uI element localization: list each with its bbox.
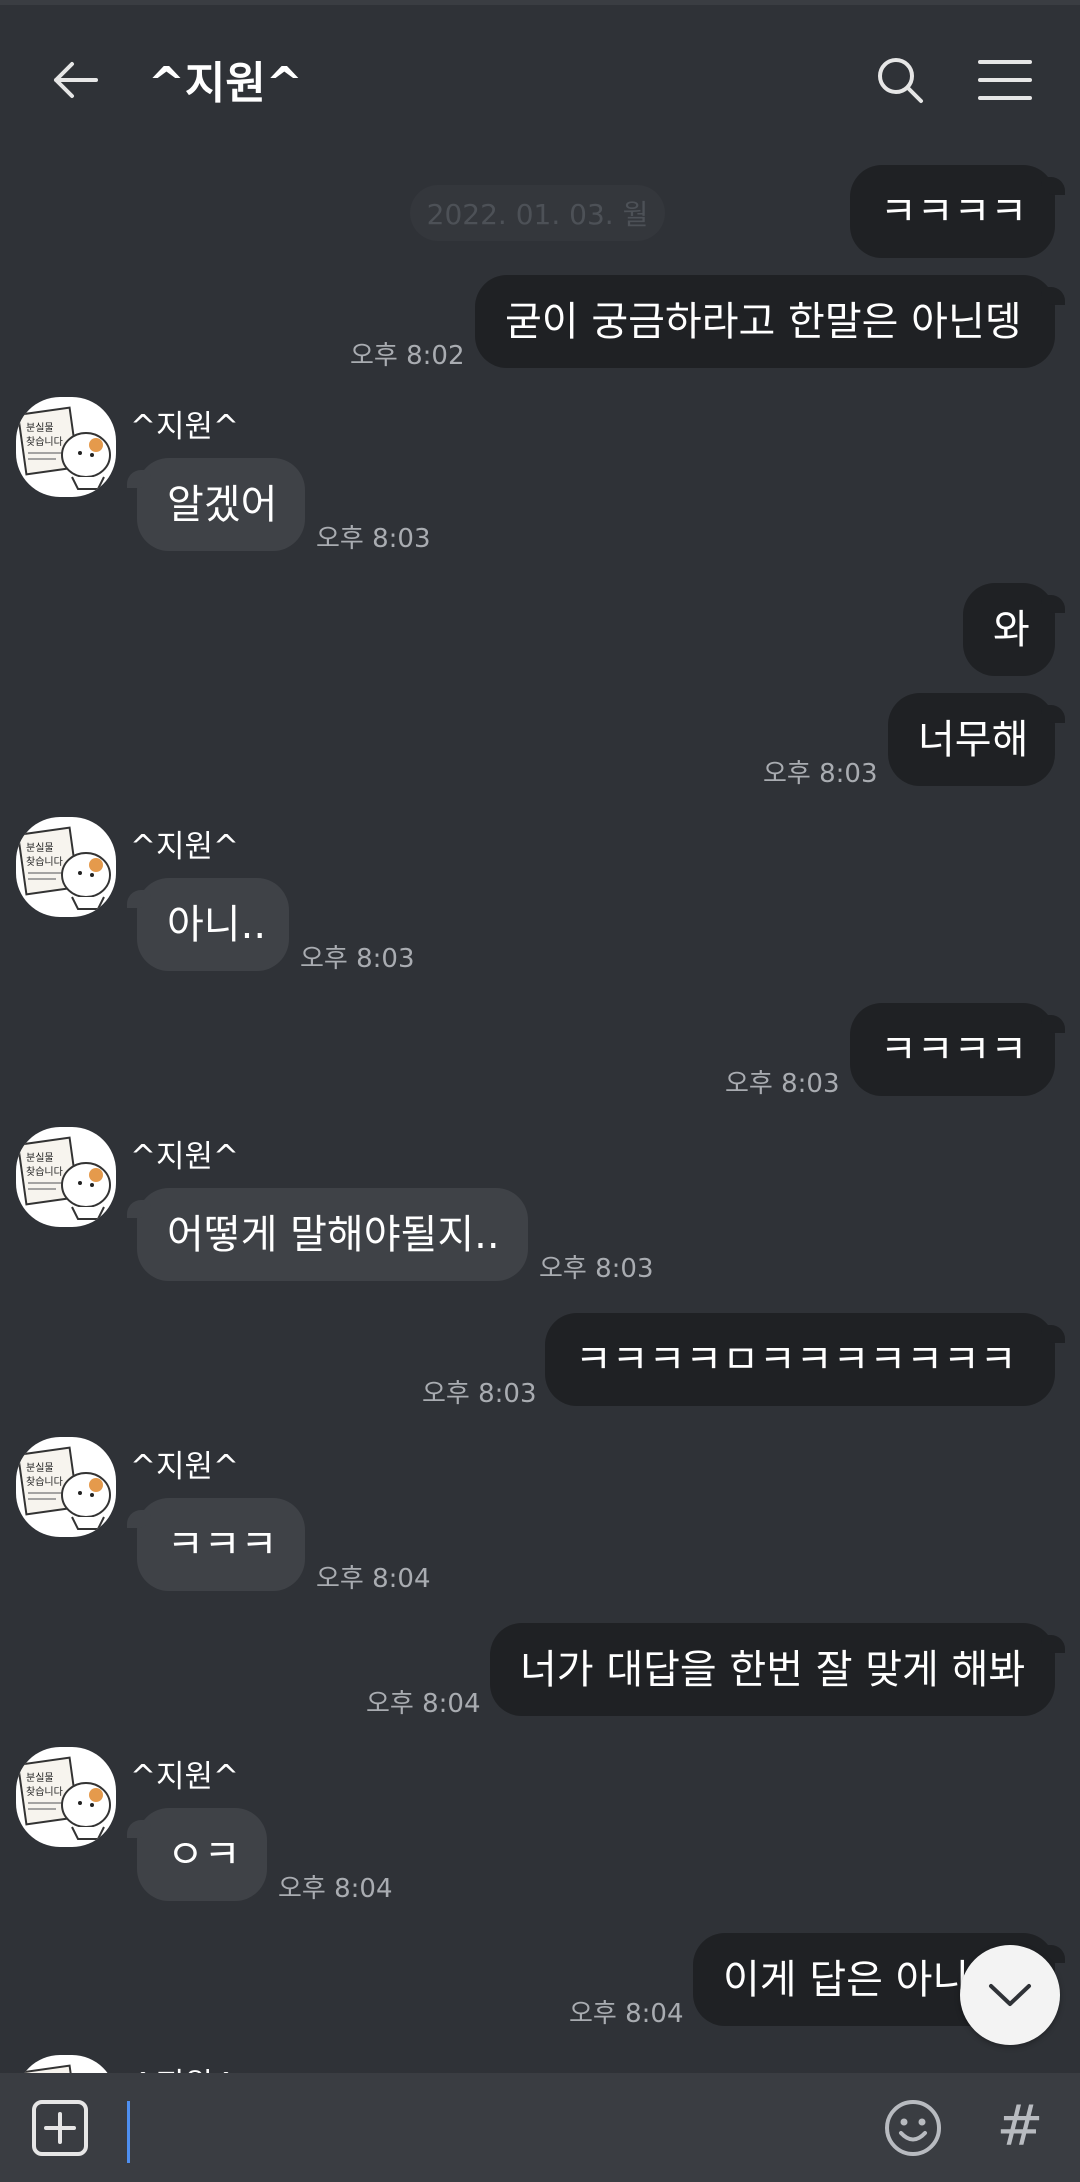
message-time: 오후 8:03	[539, 1254, 654, 1284]
message-text: 알겠어	[167, 481, 278, 528]
smiley-icon	[885, 2100, 941, 2156]
chat-header: ^지원^	[0, 5, 1080, 145]
message-time: 오후 8:04	[316, 1564, 431, 1594]
avatar[interactable]: 분실물 찾습니다	[16, 397, 116, 497]
message-bubble-theirs[interactable]: 어떻게 말해야될지..	[127, 1188, 528, 1281]
message-time: 오후 8:03	[300, 944, 415, 974]
message-text: 너무해	[918, 716, 1029, 763]
message-text: 어떻게 말해야될지..	[167, 1211, 500, 1258]
message-bubble-mine[interactable]: 굳이 궁금하라고 한말은 아닌뎅	[475, 275, 1065, 368]
avatar[interactable]: 분실물 찾습니다	[16, 1747, 116, 1847]
svg-text:분실물: 분실물	[26, 1462, 54, 1474]
message-bubble-theirs[interactable]: ㅇㅋ	[127, 1808, 267, 1901]
svg-text:분실물: 분실물	[26, 1772, 54, 1784]
message-time: 오후 8:02	[350, 341, 465, 371]
svg-text:분실물: 분실물	[26, 842, 54, 854]
avatar-cat-sign-icon: 분실물 찾습니다	[16, 406, 111, 490]
hamburger-icon	[978, 60, 1032, 100]
message-time: 오후 8:04	[366, 1689, 481, 1719]
message-bubble-theirs[interactable]: ㅋㅋㅋ	[127, 1498, 305, 1591]
svg-text:찾습니다: 찾습니다	[26, 436, 63, 448]
message-text: ㅋㅋㅋ	[167, 1521, 278, 1568]
svg-text:찾습니다: 찾습니다	[26, 1786, 63, 1798]
back-button[interactable]	[40, 45, 110, 115]
message-time: 오후 8:04	[569, 1999, 684, 2029]
avatar-cat-sign-icon: 분실물 찾습니다	[16, 826, 111, 910]
svg-text:찾습니다: 찾습니다	[26, 1166, 63, 1178]
sender-name: ^지원^	[130, 1449, 239, 1485]
message-time: 오후 8:04	[278, 1874, 393, 1904]
sender-name: ^지원^	[130, 829, 239, 865]
avatar[interactable]	[16, 2055, 116, 2073]
message-bubble-theirs[interactable]: 알겠어	[127, 458, 305, 551]
scroll-to-bottom-button[interactable]	[960, 1945, 1060, 2045]
message-text: 너가 대답을 한번 잘 맞게 해봐	[520, 1646, 1026, 1693]
message-bubble-mine[interactable]: ㅋㅋㅋㅋ	[850, 165, 1065, 258]
message-time: 오후 8:03	[422, 1379, 537, 1409]
message-text: 굳이 궁금하라고 한말은 아닌뎅	[505, 298, 1022, 345]
message-time: 오후 8:03	[763, 759, 878, 789]
sender-name: ^지원^	[130, 2059, 239, 2073]
chevron-down-icon	[989, 1984, 1031, 2006]
search-icon	[878, 58, 923, 103]
search-button[interactable]	[865, 45, 935, 115]
message-bubble-mine[interactable]: 와	[963, 583, 1065, 676]
svg-text:찾습니다: 찾습니다	[26, 856, 63, 868]
message-bubble-theirs[interactable]: 아니..	[127, 878, 289, 971]
message-bubble-mine[interactable]: 너가 대답을 한번 잘 맞게 해봐	[490, 1623, 1065, 1716]
message-text: ㅋㅋㅋㅋㅁㅋㅋㅋㅋㅋㅋㅋ	[575, 1336, 1017, 1383]
message-time: 오후 8:03	[316, 524, 431, 554]
avatar-cat-sign-icon: 분실물 찾습니다	[16, 1446, 111, 1530]
attach-button[interactable]	[30, 2098, 90, 2158]
message-list[interactable]: 2022. 01. 03. 월 ㅋㅋㅋㅋ 굳이 궁금하라고 한말은 아닌뎅 오후…	[0, 145, 1080, 2073]
arrow-left-icon	[54, 62, 98, 98]
menu-button[interactable]	[970, 45, 1040, 115]
message-input-bar: #	[0, 2073, 1080, 2182]
chat-title: ^지원^	[148, 58, 303, 109]
svg-text:찾습니다: 찾습니다	[26, 1476, 63, 1488]
sender-name: ^지원^	[130, 1759, 239, 1795]
svg-text:분실물: 분실물	[26, 1152, 54, 1164]
sender-name: ^지원^	[130, 1139, 239, 1175]
sender-name: ^지원^	[130, 409, 239, 445]
plus-square-icon	[32, 2100, 88, 2156]
emoji-button[interactable]	[880, 2095, 946, 2161]
avatar[interactable]: 분실물 찾습니다	[16, 817, 116, 917]
svg-text:분실물: 분실물	[26, 422, 54, 434]
message-bubble-mine[interactable]: 너무해	[888, 693, 1065, 786]
avatar-cat-sign-icon: 분실물 찾습니다	[16, 1756, 111, 1840]
message-bubble-mine[interactable]: ㅋㅋㅋㅋ	[850, 1003, 1065, 1096]
date-separator: 2022. 01. 03. 월	[410, 185, 665, 241]
avatar[interactable]: 분실물 찾습니다	[16, 1127, 116, 1227]
message-text: 아니..	[167, 901, 267, 948]
message-text: 와	[993, 606, 1030, 653]
avatar[interactable]: 분실물 찾습니다	[16, 1437, 116, 1537]
text-input-caret[interactable]	[127, 2101, 130, 2163]
message-text: ㅋㅋㅋㅋ	[880, 1026, 1028, 1073]
message-text: ㅋㅋㅋㅋ	[880, 188, 1028, 235]
avatar-cat-sign-icon	[16, 2064, 80, 2073]
message-time: 오후 8:03	[725, 1069, 840, 1099]
message-bubble-mine[interactable]: ㅋㅋㅋㅋㅁㅋㅋㅋㅋㅋㅋㅋ	[545, 1313, 1065, 1406]
avatar-cat-sign-icon: 분실물 찾습니다	[16, 1136, 111, 1220]
hash-button[interactable]: #	[985, 2091, 1055, 2161]
message-text: ㅇㅋ	[167, 1831, 241, 1878]
